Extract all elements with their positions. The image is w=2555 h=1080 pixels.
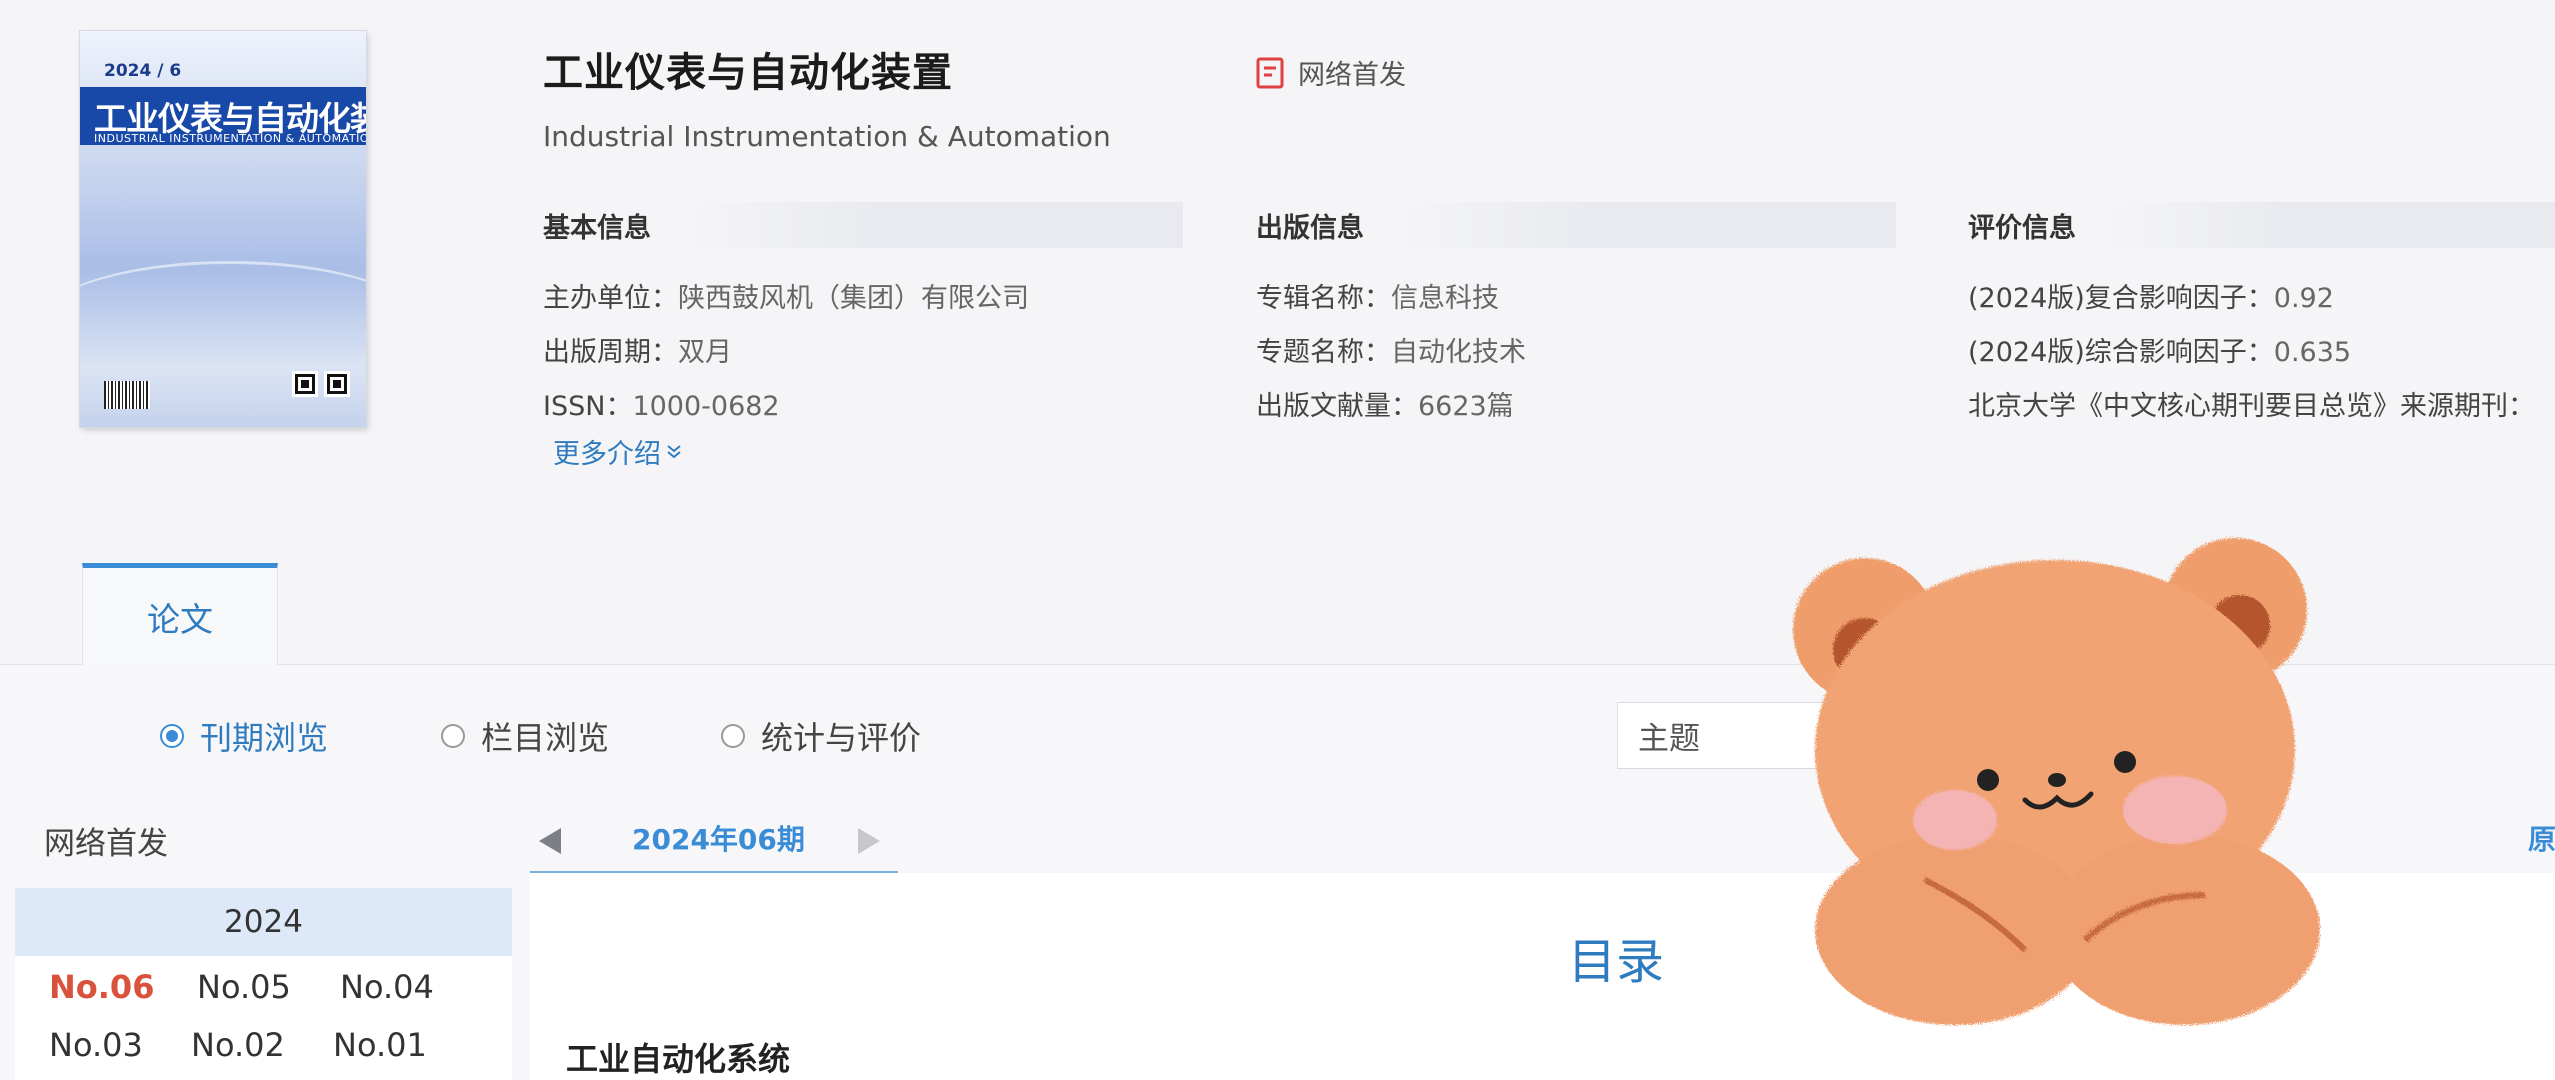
journal-english-title: Industrial Instrumentation & Automation [543, 120, 1111, 153]
online-first-label: 网络首发 [1298, 60, 1406, 91]
tab-papers[interactable]: 论文 [82, 563, 278, 665]
period-row: 出版周期：双月 [543, 337, 732, 368]
previous-issue-arrow-icon[interactable] [539, 828, 561, 854]
browse-by-issue-option[interactable]: 刊期浏览 [160, 713, 328, 759]
topic-row: 专题名称：自动化技术 [1256, 337, 1526, 368]
comprehensive-impact-row: (2024版)综合影响因子：0.635 [1968, 337, 2352, 368]
publish-info-heading: 出版信息 [1256, 202, 1896, 248]
toc-section-heading[interactable]: 工业自动化系统 [566, 1034, 790, 1080]
issue-no05[interactable]: No.05 [197, 968, 291, 1006]
toc-title: 目录 [1568, 934, 1665, 990]
journal-cover[interactable]: 2024 / 6 工业仪表与自动化装置 INDUSTRIAL INSTRUMEN… [80, 31, 366, 427]
barcode-icon [104, 381, 150, 409]
radio-icon[interactable] [721, 724, 745, 748]
more-intro-link[interactable]: 更多介绍 [553, 432, 683, 471]
composite-impact-row: (2024版)复合影响因子：0.92 [1968, 283, 2334, 314]
original-version-link[interactable]: 原 [2528, 818, 2555, 858]
core-journal-row: 北京大学《中文核心期刊要目总览》来源期刊： [1968, 391, 2535, 422]
qr-code-icon [292, 371, 318, 397]
statistics-evaluation-option[interactable]: 统计与评价 [721, 713, 921, 759]
current-issue-label: 2024年06期 [632, 823, 805, 856]
basic-info-heading: 基本信息 [543, 202, 1183, 248]
qr-code-icon [324, 371, 350, 397]
issue-no04[interactable]: No.04 [340, 968, 434, 1006]
cover-issue: 2024 / 6 [104, 61, 182, 81]
issue-no01[interactable]: No.01 [333, 1026, 427, 1064]
issue-no03[interactable]: No.03 [49, 1026, 143, 1064]
issue-no06[interactable]: No.06 [49, 968, 154, 1006]
radio-selected-icon[interactable] [160, 724, 184, 748]
issn-row: ISSN：1000-0682 [543, 391, 780, 422]
literature-count-row: 出版文献量：6623篇 [1256, 391, 1514, 422]
sponsor-row: 主办单位：陕西鼓风机（集团）有限公司 [543, 283, 1029, 314]
online-first-sidebar-label[interactable]: 网络首发 [44, 818, 168, 863]
next-issue-arrow-icon[interactable] [858, 828, 880, 854]
evaluation-info-heading: 评价信息 [1968, 202, 2555, 248]
collection-row: 专辑名称：信息科技 [1256, 283, 1499, 314]
online-first-badge[interactable]: 网络首发 [1256, 53, 1406, 92]
bear-sticker-icon [1755, 510, 2335, 1040]
issue-no02[interactable]: No.02 [191, 1026, 285, 1064]
cover-subtitle: INDUSTRIAL INSTRUMENTATION & AUTOMATION [94, 132, 366, 145]
cover-wave-decoration [80, 261, 366, 384]
radio-icon[interactable] [441, 724, 465, 748]
browse-by-column-option[interactable]: 栏目浏览 [441, 713, 609, 759]
chevron-double-down-icon [665, 436, 683, 467]
journal-title: 工业仪表与自动化装置 [543, 50, 953, 96]
year-header[interactable]: 2024 [15, 888, 512, 956]
document-icon [1256, 57, 1284, 89]
issue-list: No.06 No.05 No.04 No.03 No.02 No.01 [15, 956, 512, 1080]
